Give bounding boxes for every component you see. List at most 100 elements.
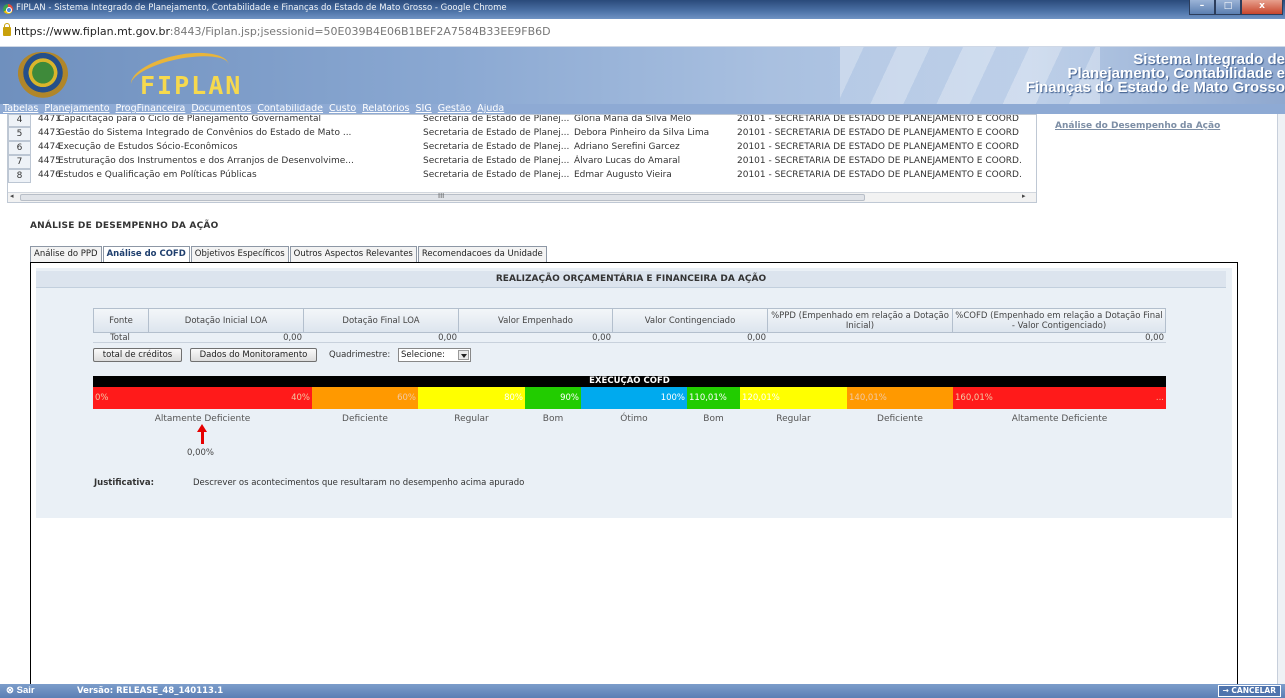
- tab-1[interactable]: Análise do COFD: [102, 246, 190, 262]
- justificativa-text: Descrever os acontecimentos que resultar…: [193, 478, 525, 488]
- budget-header-2: Dotação Final LOA: [303, 308, 459, 333]
- cell-unit: 20101 - SECRETARIA DE ESTADO DE PLANEJAM…: [737, 114, 1019, 124]
- table-row[interactable]: 5 4473 Gestão do Sistema Integrado de Conv…: [8, 127, 1036, 141]
- menu-item-8[interactable]: Gestão: [435, 104, 475, 113]
- system-title: Sistema Integrado de Planejamento, Conta…: [1025, 51, 1285, 96]
- execucao-level-label: Regular: [454, 414, 489, 424]
- app-header: FIPLAN Sistema Integrado de Planejamento…: [0, 47, 1285, 104]
- segment-start-label: 110,01%: [689, 393, 727, 403]
- budget-total-cell-2: 0,00: [303, 333, 459, 343]
- cell-org: Secretaria de Estado de Planej...: [423, 128, 570, 138]
- execucao-level-label: Bom: [703, 414, 724, 424]
- cell-org: Secretaria de Estado de Planej...: [423, 170, 570, 180]
- maximize-button[interactable]: □: [1215, 0, 1241, 15]
- realizacao-title: REALIZAÇÃO ORÇAMENTÁRIA E FINANCEIRA DA …: [36, 271, 1226, 288]
- menu-item-6[interactable]: Relatórios: [359, 104, 412, 113]
- menu-item-9[interactable]: Ajuda: [474, 104, 507, 113]
- fiplan-logo: FIPLAN: [140, 71, 243, 100]
- execucao-segment: 140,01%: [847, 387, 953, 409]
- cancelar-button[interactable]: → CANCELAR: [1217, 685, 1281, 697]
- row-number: 8: [8, 169, 31, 183]
- section-title: ANÁLISE DE DESEMPENHO DA AÇÃO: [30, 221, 219, 231]
- current-percentage: 0,00%: [187, 448, 215, 458]
- menu-item-2[interactable]: ProgFinanceira: [113, 104, 189, 113]
- tab-4[interactable]: Recomendacoes da Unidade: [417, 246, 547, 262]
- scroll-left-icon[interactable]: ◂: [10, 192, 14, 200]
- chevron-down-icon: [458, 350, 469, 360]
- close-button[interactable]: x: [1241, 0, 1283, 15]
- tab-2[interactable]: Objetivos Específicos: [190, 246, 289, 262]
- segment-start-label: 0%: [95, 393, 109, 403]
- cell-unit: 20101 - SECRETARIA DE ESTADO DE PLANEJAM…: [737, 170, 1022, 180]
- execucao-level-label: Altamente Deficiente: [1011, 414, 1108, 424]
- tab-3[interactable]: Outros Aspectos Relevantes: [289, 246, 417, 262]
- execucao-segment: 100%: [581, 387, 687, 409]
- menu-item-4[interactable]: Contabilidade: [254, 104, 326, 113]
- justificativa-label: Justificativa:: [94, 478, 154, 488]
- cell-org: Secretaria de Estado de Planej...: [423, 114, 570, 124]
- table-row[interactable]: 7 4475 Estruturação dos Instrumentos e dos…: [8, 155, 1036, 169]
- budget-total-cell-6: 0,00: [952, 333, 1166, 343]
- menu-item-5[interactable]: Custo: [326, 104, 359, 113]
- execucao-level-label: Deficiente: [342, 414, 388, 424]
- execucao-segment: 0% 40%: [93, 387, 312, 409]
- total-creditos-button[interactable]: total de créditos: [93, 348, 182, 362]
- table-row[interactable]: 6 4474 Execução de Estudos Sócio-Econômico…: [8, 141, 1036, 155]
- segment-end-label: 90%: [560, 393, 579, 403]
- scroll-right-icon[interactable]: ▸: [1022, 192, 1026, 200]
- budget-header-3: Valor Empenhado: [458, 308, 613, 333]
- menu-item-1[interactable]: Planejamento: [41, 104, 112, 113]
- budget-total-cell-5: [767, 333, 953, 343]
- minimize-button[interactable]: –: [1189, 0, 1215, 15]
- segment-end-label: ...: [1155, 393, 1164, 403]
- cell-resp: Álvaro Lucas do Amaral: [574, 156, 681, 166]
- sair-button[interactable]: ⊗ Sair: [6, 685, 35, 696]
- quadrimestre-select[interactable]: Selecione:: [398, 348, 471, 362]
- budget-header-6: %COFD (Empenhado em relação a Dotação Fi…: [952, 308, 1166, 333]
- budget-header-0: Fonte: [93, 308, 149, 333]
- cell-resp: Adriano Serefini Garcez: [574, 142, 680, 152]
- vertical-scrollbar[interactable]: [1277, 114, 1285, 684]
- execucao-segment: 120,01%: [740, 387, 847, 409]
- cell-resp: Debora Pinheiro da Silva Lima: [574, 128, 710, 138]
- budget-header-1: Dotação Inicial LOA: [148, 308, 304, 333]
- tab-0[interactable]: Análise do PPD: [30, 246, 102, 262]
- tab-divider: [30, 262, 1238, 263]
- window-title: FIPLAN - Sistema Integrado de Planejamen…: [16, 3, 507, 13]
- execucao-segment: 110,01%: [687, 387, 740, 409]
- dados-monitoramento-button[interactable]: Dados do Monitoramento: [190, 348, 317, 362]
- execucao-title: EXECUÇÃO COFD: [93, 376, 1166, 387]
- row-number: 6: [8, 141, 31, 155]
- row-number: 5: [8, 127, 31, 141]
- tab-bar: Análise do PPD Análise do COFD Objetivos E…: [30, 246, 548, 262]
- menu-item-3[interactable]: Documentos: [188, 104, 254, 113]
- budget-total-cell-0: Total: [93, 333, 149, 343]
- analise-desempenho-link[interactable]: Análise do Desempenho da Ação: [1055, 121, 1220, 131]
- execucao-level-label: Regular: [776, 414, 811, 424]
- url-text[interactable]: https://www.fiplan.mt.gov.br:8443/Fiplan…: [14, 25, 551, 38]
- cell-name: Gestão do Sistema Integrado de Convênios…: [58, 128, 352, 138]
- budget-total-cell-3: 0,00: [458, 333, 613, 343]
- execucao-level-label: Deficiente: [877, 414, 923, 424]
- execucao-level-label: Altamente Deficiente: [154, 414, 251, 424]
- menu-item-0[interactable]: Tabelas: [0, 104, 41, 113]
- execucao-segment: 90%: [525, 387, 581, 409]
- address-bar[interactable]: https://www.fiplan.mt.gov.br:8443/Fiplan…: [0, 19, 1285, 47]
- row-number: 4: [8, 115, 31, 127]
- grid-horizontal-scrollbar[interactable]: ◂ III ▸: [8, 192, 1036, 202]
- segment-end-label: 100%: [660, 393, 685, 403]
- budget-header-5: %PPD (Empenhado em relação a Dotação Ini…: [767, 308, 953, 333]
- execucao-level-label: Ótimo: [620, 414, 648, 424]
- segment-end-label: 60%: [397, 393, 416, 403]
- table-row[interactable]: 4 4471 Capacitação para o Ciclo de Planeja…: [8, 114, 1036, 127]
- cell-resp: Edmar Augusto Vieira: [574, 170, 672, 180]
- execucao-segment: 160,01%...: [953, 387, 1166, 409]
- cell-unit: 20101 - SECRETARIA DE ESTADO DE PLANEJAM…: [737, 142, 1019, 152]
- acoes-grid: 4 4471 Capacitação para o Ciclo de Planeja…: [7, 114, 1037, 203]
- table-row[interactable]: 8 4476 Estudos e Qualificação em Políticas…: [8, 169, 1036, 183]
- menu-item-7[interactable]: SIG: [413, 104, 435, 113]
- segment-end-label: 40%: [291, 393, 310, 403]
- main-menu: Tabelas Planejamento ProgFinanceira Documen…: [0, 104, 1285, 114]
- segment-start-label: 160,01%: [955, 393, 993, 403]
- status-bar: ⊗ Sair Versão: RELEASE_48_140113.1 → CAN…: [0, 684, 1285, 698]
